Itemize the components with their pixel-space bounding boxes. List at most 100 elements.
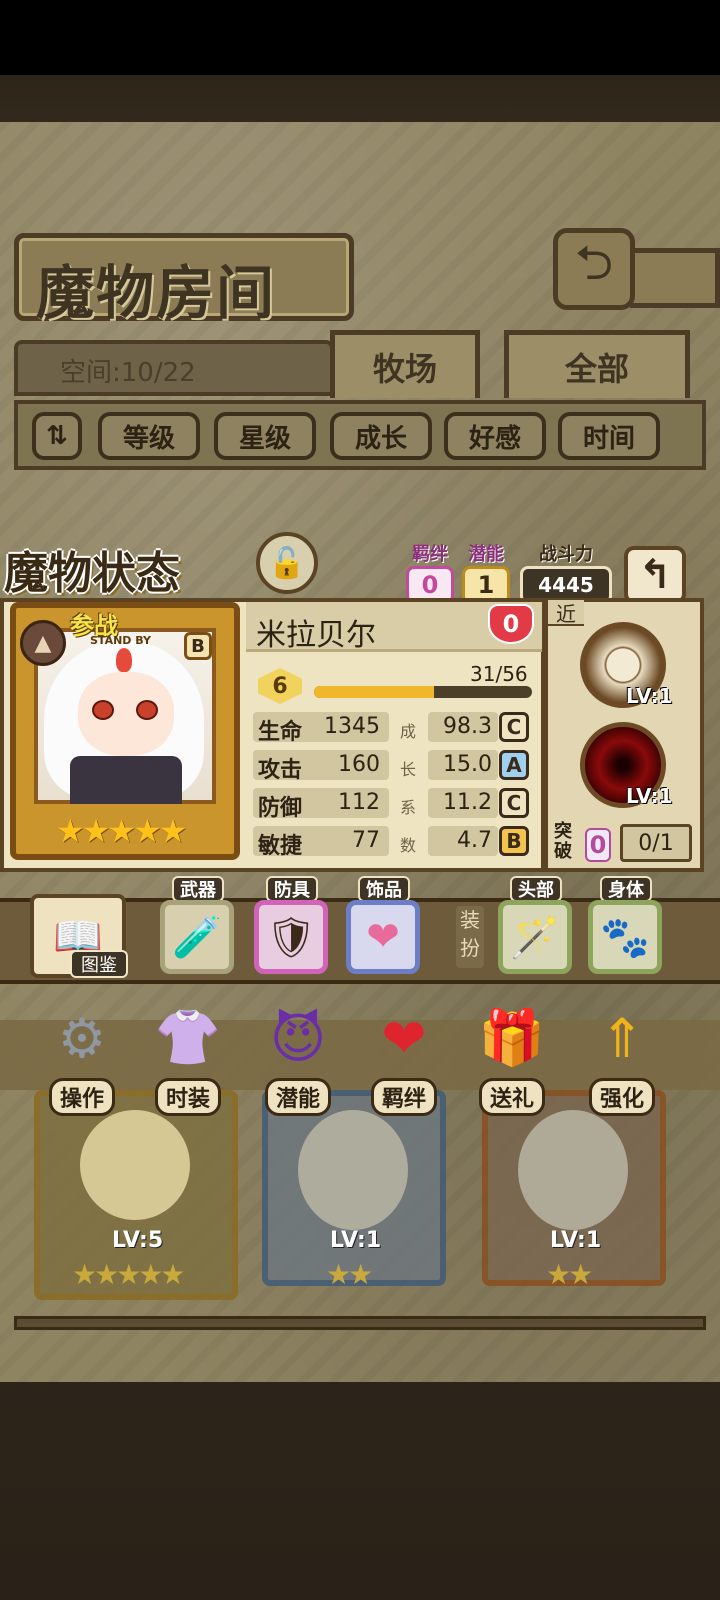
stat-name: 防御 — [258, 796, 303, 821]
growth-value: 98.3 — [428, 712, 498, 742]
exp-bar-fill — [314, 686, 434, 698]
action-label: 送礼 — [478, 1078, 545, 1116]
growth-value: 15.0 — [428, 750, 498, 780]
accessory-slot[interactable]: ❤ — [346, 900, 420, 974]
list-bottom-border — [14, 1316, 706, 1330]
monster-name: 米拉贝尔 — [256, 618, 376, 653]
grade-badge: A — [499, 750, 529, 780]
heart-icon: ❤ — [366, 914, 400, 960]
shield-icon: 🛡 — [265, 914, 317, 961]
gear-icon: ⚙ — [57, 1006, 107, 1070]
back-button[interactable]: ⮌ — [553, 228, 635, 310]
element-icon: ▲ — [20, 620, 66, 666]
enhance-button[interactable]: ⇑ 强化 — [574, 1000, 670, 1116]
potential-button[interactable]: 😈 潜能 — [250, 1000, 346, 1116]
affection-badge: 0 — [488, 604, 534, 644]
growth-value: 11.2 — [428, 788, 498, 818]
sort-time-button[interactable]: 时间 — [558, 412, 660, 460]
action-label: 强化 — [588, 1078, 655, 1116]
power-label: 战斗力 — [539, 544, 593, 565]
space-counter: 空间:10/22 — [60, 358, 196, 388]
stat-value: 77 — [352, 828, 380, 853]
action-label: 羁绊 — [370, 1078, 437, 1116]
weapon-slot[interactable]: 🧪 — [160, 900, 234, 974]
head-slot[interactable]: 🪄 — [498, 900, 572, 974]
monster-stars: ★★★★★ — [56, 812, 187, 850]
tab-ranch[interactable]: 牧场 — [330, 330, 480, 398]
sort-order-icon: ⇅ — [46, 421, 68, 451]
monster-card-portrait — [298, 1110, 408, 1230]
potential-label: 潜能 — [468, 544, 504, 565]
accessory-label: 饰品 — [358, 876, 410, 902]
standby-sub-label: STAND BY — [90, 634, 151, 647]
monster-card-stars: ★★ — [326, 1258, 373, 1291]
close-status-button[interactable]: ↰ — [624, 546, 686, 604]
demon-icon: 😈 — [269, 1006, 327, 1070]
sort-level-button[interactable]: 等级 — [98, 412, 200, 460]
skill-2-level: LV:1 — [626, 784, 673, 808]
tab-all[interactable]: 全部 — [504, 330, 690, 398]
back-button-extension — [630, 248, 720, 308]
monster-card-stars: ★★ — [546, 1258, 593, 1291]
sort-affection-button[interactable]: 好感 — [444, 412, 546, 460]
sort-growth-button[interactable]: 成长 — [330, 412, 432, 460]
bond-button[interactable]: ❤ 羁绊 — [356, 1000, 452, 1116]
unlock-icon: 🔓 — [268, 545, 306, 581]
armor-label: 防具 — [266, 876, 318, 902]
monster-horn — [116, 648, 132, 672]
lock-button[interactable]: 🔓 — [256, 532, 318, 594]
grade-badge: B — [499, 826, 529, 856]
operate-button[interactable]: ⚙ 操作 — [34, 1000, 130, 1116]
potion-icon: 🧪 — [172, 914, 222, 961]
encyclopedia-label: 图鉴 — [70, 950, 128, 978]
wand-icon: 🪄 — [510, 914, 560, 961]
stat-value: 1345 — [324, 714, 380, 739]
head-label: 头部 — [510, 876, 562, 902]
grade-badge: C — [499, 788, 529, 818]
growth-char: 成 — [400, 722, 417, 741]
return-icon: ⮌ — [574, 234, 614, 291]
action-label: 操作 — [48, 1078, 115, 1116]
bond-stat: 羁绊 0 — [406, 540, 454, 604]
sort-order-button[interactable]: ⇅ — [32, 412, 82, 460]
body-slot[interactable]: 🐾 — [588, 900, 662, 974]
stat-value: 160 — [338, 752, 380, 777]
monster-card-portrait — [80, 1110, 190, 1220]
stat-name: 攻击 — [258, 758, 303, 783]
stat-name: 生命 — [258, 720, 303, 745]
break-label: 突破 — [554, 821, 572, 862]
growth-char: 长 — [400, 760, 417, 779]
gift-button[interactable]: 🎁 送礼 — [464, 1000, 560, 1116]
body-label: 身体 — [600, 876, 652, 902]
up-arrows-icon: ⇑ — [599, 1006, 645, 1070]
rank-badge: B — [184, 632, 212, 660]
monster-card-level: LV:1 — [330, 1228, 382, 1253]
fashion-button[interactable]: 👚 时装 — [140, 1000, 236, 1116]
monster-card-stars: ★★★★★ — [72, 1258, 186, 1291]
status-title: 魔物状态 — [4, 548, 180, 599]
power-stat: 战斗力 4445 — [520, 540, 612, 604]
break-progress[interactable]: 0/1 — [620, 824, 692, 862]
monster-eye — [136, 700, 158, 720]
growth-value: 4.7 — [428, 826, 498, 856]
sort-star-button[interactable]: 星级 — [214, 412, 316, 460]
return-icon: ↰ — [638, 552, 672, 598]
action-label: 潜能 — [264, 1078, 331, 1116]
page-title: 魔物房间 — [36, 259, 277, 327]
exp-bar — [314, 686, 532, 698]
potential-stat: 潜能 1 — [462, 540, 510, 604]
skill-1-level: LV:1 — [626, 684, 673, 708]
monster-outfit — [70, 756, 182, 804]
monster-card-portrait — [518, 1110, 628, 1230]
monster-card-level: LV:5 — [112, 1228, 164, 1253]
gift-icon: 🎁 — [478, 1006, 546, 1069]
hearts-icon: ❤ — [381, 1006, 427, 1070]
growth-char: 系 — [400, 798, 417, 817]
growth-char: 数 — [400, 836, 417, 855]
paw-icon: 🐾 — [600, 914, 650, 961]
armor-slot[interactable]: 🛡 — [254, 900, 328, 974]
range-tag: 近 — [548, 600, 584, 626]
exp-text: 31/56 — [470, 662, 528, 686]
break-count: 0 — [585, 828, 611, 862]
dress-label: 装扮 — [456, 906, 484, 968]
